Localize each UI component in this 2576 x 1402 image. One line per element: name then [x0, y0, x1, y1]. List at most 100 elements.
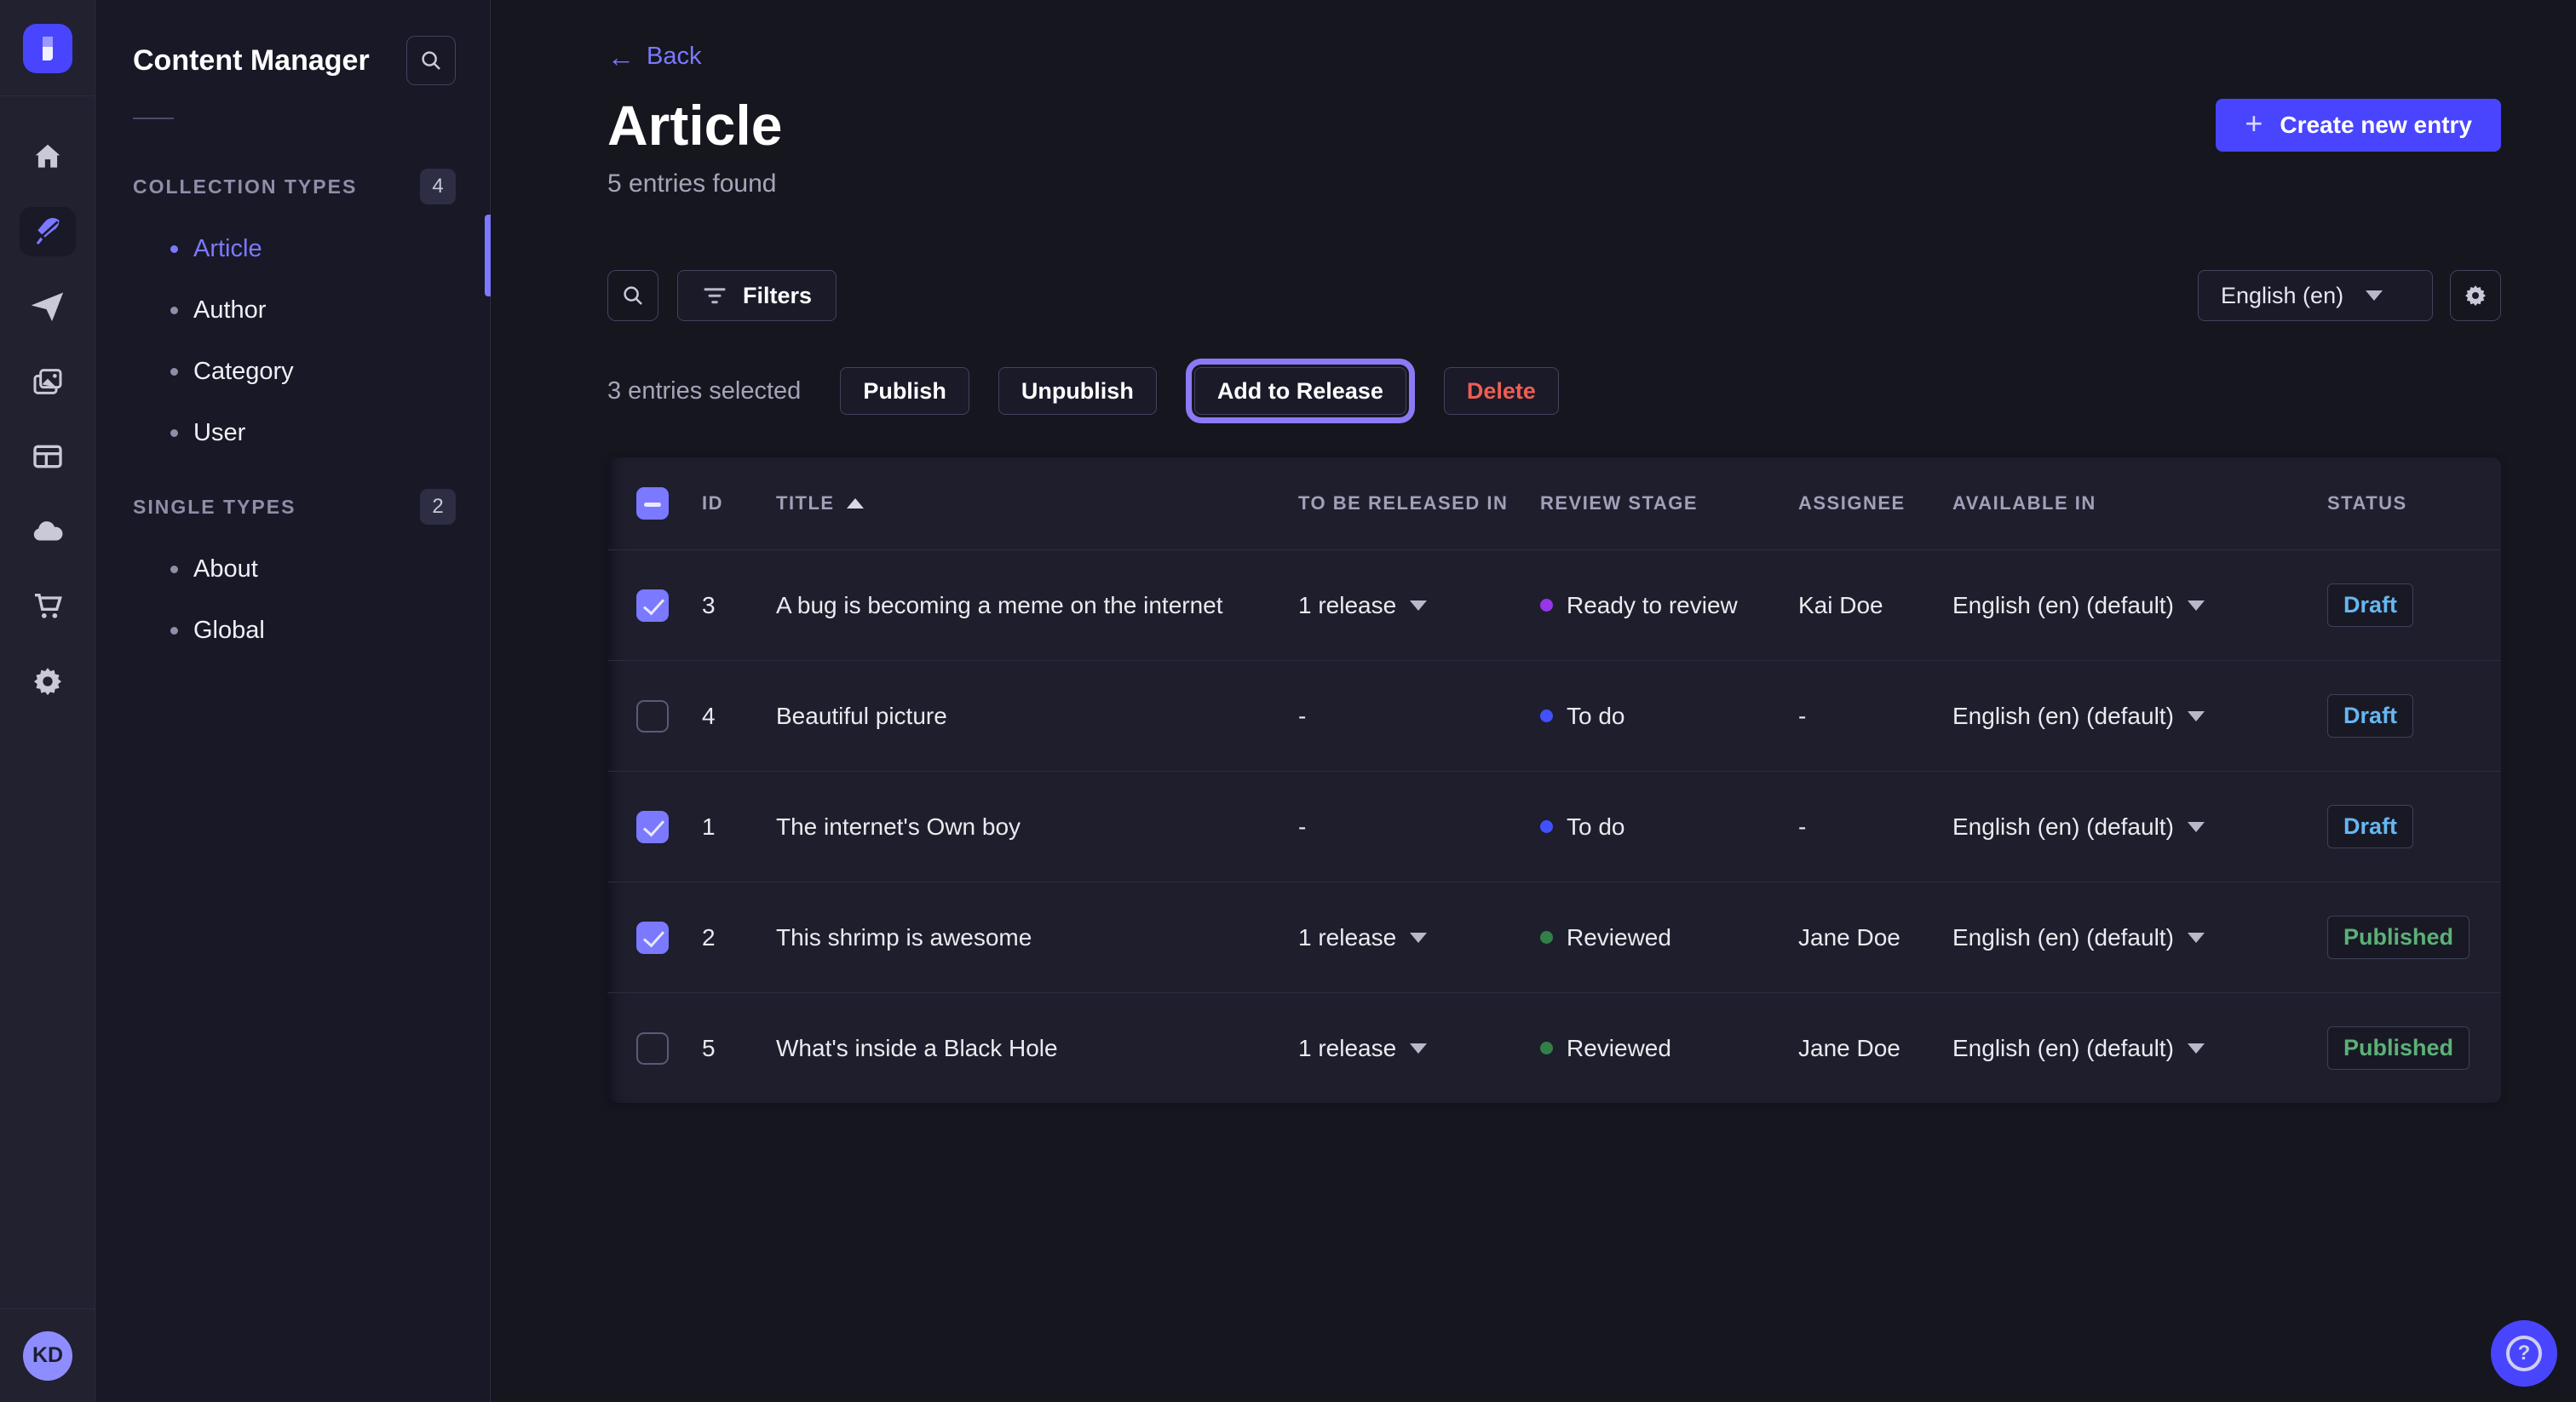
- paper-plane-icon[interactable]: [20, 282, 76, 331]
- chevron-down-icon: [2188, 711, 2205, 721]
- user-avatar[interactable]: KD: [23, 1331, 72, 1381]
- col-assignee[interactable]: ASSIGNEE: [1798, 492, 1952, 514]
- strapi-logo-icon[interactable]: [23, 24, 72, 73]
- table-header-row: ID TITLE TO BE RELEASED IN REVIEW STAGE …: [607, 457, 2501, 549]
- table-row[interactable]: 3 A bug is becoming a meme on the intern…: [607, 549, 2501, 660]
- cell-release: -: [1298, 703, 1540, 730]
- cell-title: A bug is becoming a meme on the internet: [776, 592, 1298, 619]
- cell-assignee: -: [1798, 813, 1952, 841]
- settings-gear-icon[interactable]: [20, 657, 76, 706]
- stage-dot-icon: [1540, 599, 1553, 612]
- cell-review-stage: To do: [1540, 703, 1798, 730]
- subnav-item-author[interactable]: Author: [133, 279, 456, 341]
- rail-items: [20, 132, 76, 706]
- subnav-item-article[interactable]: Article: [133, 218, 456, 279]
- subnav-item-user[interactable]: User: [133, 402, 456, 463]
- cloud-icon[interactable]: [20, 507, 76, 556]
- sort-ascending-icon: [847, 498, 864, 509]
- view-settings-gear-button[interactable]: [2450, 270, 2501, 321]
- table-row[interactable]: 2 This shrimp is awesome 1 release Revie…: [607, 882, 2501, 992]
- add-to-release-button[interactable]: Add to Release: [1194, 367, 1406, 415]
- delete-button[interactable]: Delete: [1444, 367, 1559, 415]
- status-badge: Draft: [2327, 805, 2413, 848]
- rail-user-area: KD: [0, 1308, 95, 1402]
- col-id[interactable]: ID: [702, 492, 776, 514]
- cell-release[interactable]: 1 release: [1298, 924, 1540, 951]
- chevron-down-icon: [1410, 600, 1427, 611]
- col-status[interactable]: STATUS: [2327, 492, 2501, 514]
- content-manager-feather-icon[interactable]: [20, 207, 76, 256]
- selection-count-text: 3 entries selected: [607, 377, 801, 405]
- row-checkbox[interactable]: [636, 700, 669, 733]
- table-row[interactable]: 4 Beautiful picture - To do - English (e…: [607, 660, 2501, 771]
- back-arrow-icon: ←: [607, 43, 635, 71]
- back-link[interactable]: ← Back: [607, 43, 701, 71]
- cell-release[interactable]: 1 release: [1298, 1035, 1540, 1062]
- cell-assignee: Kai Doe: [1798, 592, 1952, 619]
- col-review-stage[interactable]: REVIEW STAGE: [1540, 492, 1798, 514]
- stage-dot-icon: [1540, 710, 1553, 722]
- marketplace-cart-icon[interactable]: [20, 582, 76, 631]
- cell-release[interactable]: 1 release: [1298, 592, 1540, 619]
- main-content: ← Back + Create new entry Article 5 entr…: [491, 0, 2576, 1402]
- subnav-divider: [133, 118, 174, 119]
- col-title[interactable]: TITLE: [776, 492, 1298, 514]
- entries-count-text: 5 entries found: [607, 170, 2501, 198]
- col-available-in[interactable]: AVAILABLE IN: [1952, 492, 2327, 514]
- cell-title: The internet's Own boy: [776, 813, 1298, 841]
- cell-assignee: Jane Doe: [1798, 924, 1952, 951]
- publish-button[interactable]: Publish: [840, 367, 969, 415]
- status-badge: Published: [2327, 1026, 2470, 1070]
- cell-available-in[interactable]: English (en) (default): [1952, 1035, 2327, 1062]
- single-types-label: SINGLE TYPES: [133, 496, 296, 519]
- row-checkbox[interactable]: [636, 589, 669, 622]
- collection-types-count-badge: 4: [420, 169, 456, 204]
- subnav-search-button[interactable]: [406, 36, 456, 85]
- subnav-item-global[interactable]: Global: [133, 600, 456, 661]
- search-button[interactable]: [607, 270, 658, 321]
- chevron-down-icon: [2188, 600, 2205, 611]
- chevron-down-icon: [1410, 1043, 1427, 1054]
- status-badge: Published: [2327, 916, 2470, 959]
- cell-available-in[interactable]: English (en) (default): [1952, 813, 2327, 841]
- bulk-actions-row: 3 entries selected Publish Unpublish Add…: [607, 367, 2501, 415]
- chevron-down-icon: [2188, 933, 2205, 943]
- active-item-indicator: [485, 215, 491, 296]
- chevron-down-icon: [1410, 933, 1427, 943]
- collection-types-section: COLLECTION TYPES 4 Article Author Catego…: [133, 169, 456, 463]
- table-row[interactable]: 5 What's inside a Black Hole 1 release R…: [607, 992, 2501, 1103]
- subnav-item-category[interactable]: Category: [133, 341, 456, 402]
- table-row[interactable]: 1 The internet's Own boy - To do - Engli…: [607, 771, 2501, 882]
- content-type-builder-icon[interactable]: [20, 432, 76, 481]
- home-icon[interactable]: [20, 132, 76, 181]
- select-all-checkbox[interactable]: [636, 487, 669, 520]
- single-types-count-badge: 2: [420, 489, 456, 525]
- locale-select[interactable]: English (en): [2198, 270, 2433, 321]
- status-badge: Draft: [2327, 694, 2413, 738]
- cell-id: 2: [702, 924, 776, 951]
- cell-review-stage: Reviewed: [1540, 1035, 1798, 1062]
- stage-dot-icon: [1540, 820, 1553, 833]
- cell-available-in[interactable]: English (en) (default): [1952, 924, 2327, 951]
- row-checkbox[interactable]: [636, 811, 669, 843]
- subnav-item-about[interactable]: About: [133, 538, 456, 600]
- cell-assignee: -: [1798, 703, 1952, 730]
- cell-review-stage: Reviewed: [1540, 924, 1798, 951]
- cell-available-in[interactable]: English (en) (default): [1952, 592, 2327, 619]
- create-new-entry-button[interactable]: + Create new entry: [2216, 99, 2501, 152]
- question-mark-icon: ?: [2506, 1336, 2542, 1371]
- filter-icon: [702, 284, 727, 307]
- cell-available-in[interactable]: English (en) (default): [1952, 703, 2327, 730]
- row-checkbox[interactable]: [636, 1032, 669, 1065]
- cell-id: 1: [702, 813, 776, 841]
- help-button[interactable]: ?: [2491, 1320, 2557, 1387]
- col-released-in[interactable]: TO BE RELEASED IN: [1298, 492, 1540, 514]
- row-checkbox[interactable]: [636, 922, 669, 954]
- bullet-icon: [170, 627, 178, 635]
- unpublish-button[interactable]: Unpublish: [998, 367, 1157, 415]
- media-library-icon[interactable]: [20, 357, 76, 406]
- rail-divider: [0, 95, 95, 96]
- cell-review-stage: To do: [1540, 813, 1798, 841]
- filters-button[interactable]: Filters: [677, 270, 837, 321]
- cell-title: Beautiful picture: [776, 703, 1298, 730]
